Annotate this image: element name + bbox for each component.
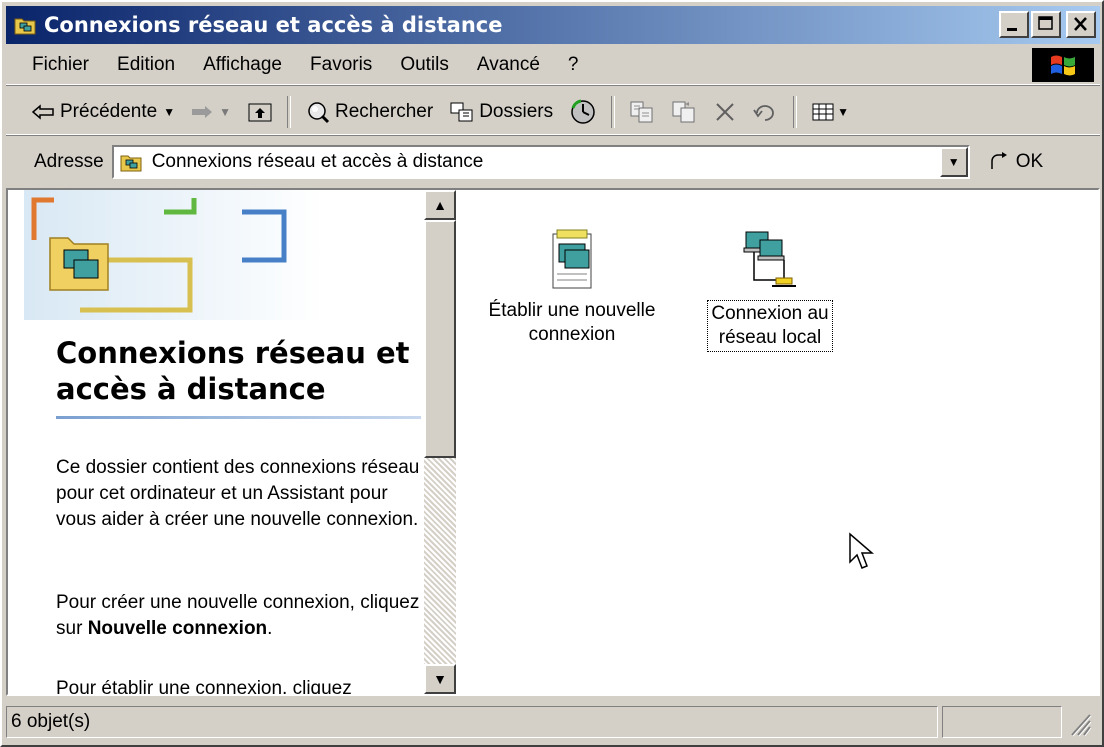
move-to-button[interactable] bbox=[621, 94, 663, 130]
menu-edition[interactable]: Edition bbox=[103, 54, 189, 76]
toolbar-separator bbox=[793, 96, 798, 128]
folders-label: Dossiers bbox=[479, 101, 554, 122]
vertical-scrollbar[interactable]: ▲ ▼ bbox=[424, 190, 456, 694]
forward-arrow-icon bbox=[192, 106, 213, 118]
search-button[interactable]: Rechercher bbox=[297, 94, 441, 130]
folders-button[interactable]: Dossiers bbox=[441, 94, 561, 130]
undo-icon bbox=[753, 105, 774, 121]
go-arrow-icon bbox=[990, 152, 1007, 169]
forward-dropdown-icon[interactable]: ▼ bbox=[219, 105, 231, 119]
maximize-button[interactable] bbox=[1031, 11, 1061, 38]
up-folder-icon bbox=[248, 103, 272, 122]
item-lan-connection[interactable]: Connexion au réseau local bbox=[690, 228, 850, 352]
folders-icon bbox=[450, 102, 473, 122]
lan-connection-icon bbox=[743, 231, 796, 287]
toolbar-separator bbox=[286, 96, 291, 128]
menu-bar: Fichier Edition Affichage Favoris Outils… bbox=[6, 46, 1100, 85]
menu-outils[interactable]: Outils bbox=[386, 54, 463, 76]
resize-grip-icon[interactable] bbox=[1066, 707, 1092, 737]
scroll-down-button[interactable]: ▼ bbox=[424, 664, 456, 694]
new-connection-link[interactable]: Nouvelle connexion bbox=[88, 618, 267, 639]
maximize-icon bbox=[1038, 16, 1053, 30]
address-value: Connexions réseau et accès à distance bbox=[151, 151, 484, 172]
chevron-down-icon: ▼ bbox=[947, 155, 960, 169]
chevron-up-icon: ▲ bbox=[433, 197, 447, 213]
status-count: 6 objet(s) bbox=[6, 706, 938, 738]
mouse-cursor-icon bbox=[849, 532, 875, 569]
windows-flag-icon bbox=[1051, 55, 1075, 76]
web-view-banner-graphic bbox=[24, 190, 324, 320]
menu-avance[interactable]: Avancé bbox=[463, 54, 554, 76]
explorer-window: Connexions réseau et accès à distance Fi… bbox=[0, 0, 1104, 747]
delete-button[interactable] bbox=[705, 94, 745, 130]
close-icon bbox=[1074, 17, 1087, 31]
panel-instructions: Pour créer une nouvelle connexion, cliqu… bbox=[56, 590, 426, 642]
status-zone bbox=[942, 706, 1062, 738]
copy-to-icon bbox=[672, 101, 695, 123]
scroll-thumb[interactable] bbox=[424, 220, 456, 458]
close-button[interactable] bbox=[1066, 11, 1096, 38]
panel-instructions-end: . bbox=[267, 618, 273, 639]
views-dropdown-icon[interactable]: ▼ bbox=[837, 105, 849, 119]
item-new-connection[interactable]: Établir une nouvelle connexion bbox=[462, 228, 682, 348]
views-icon bbox=[812, 103, 834, 121]
back-dropdown-icon[interactable]: ▼ bbox=[163, 105, 175, 119]
back-button[interactable]: Précédente ▼ bbox=[6, 94, 183, 130]
window-title: Connexions réseau et accès à distance bbox=[44, 13, 503, 37]
status-count-text: 6 objet(s) bbox=[11, 711, 91, 732]
toolbar-separator bbox=[611, 96, 616, 128]
minimize-icon bbox=[1007, 28, 1017, 31]
history-button[interactable] bbox=[561, 94, 605, 130]
status-bar: 6 objet(s) bbox=[6, 702, 1100, 742]
minimize-button[interactable] bbox=[999, 11, 1029, 38]
views-button[interactable]: ▼ bbox=[803, 94, 857, 130]
panel-title: Connexions réseau et accès à distance bbox=[56, 336, 410, 406]
menu-help[interactable]: ? bbox=[554, 54, 593, 76]
chevron-down-icon: ▼ bbox=[433, 671, 447, 687]
panel-description: Ce dossier contient des connexions résea… bbox=[56, 457, 420, 530]
panel-title-underline bbox=[56, 416, 421, 419]
search-label: Rechercher bbox=[334, 101, 434, 122]
history-icon bbox=[571, 99, 595, 124]
new-connection-icon bbox=[552, 229, 592, 289]
windows-logo bbox=[1032, 48, 1094, 82]
item-new-connection-line2: connexion bbox=[528, 324, 616, 345]
menu-affichage[interactable]: Affichage bbox=[189, 54, 296, 76]
back-label: Précédente bbox=[60, 101, 158, 122]
delete-icon bbox=[716, 103, 734, 121]
scroll-up-button[interactable]: ▲ bbox=[424, 190, 456, 220]
address-dropdown-button[interactable]: ▼ bbox=[939, 147, 968, 177]
undo-button[interactable] bbox=[745, 94, 787, 130]
up-button[interactable] bbox=[239, 94, 281, 130]
back-arrow-icon bbox=[32, 104, 54, 120]
standard-toolbar: Précédente ▼ ▼ Rechercher Dossiers ▼ bbox=[6, 90, 1100, 135]
move-to-icon bbox=[630, 101, 653, 123]
search-icon bbox=[308, 102, 330, 124]
item-lan-connection-line2: réseau local bbox=[718, 327, 822, 348]
web-view-panel: Connexions réseau et accès à distance Ce… bbox=[24, 190, 424, 694]
menu-fichier[interactable]: Fichier bbox=[6, 54, 103, 76]
network-folder-icon bbox=[14, 18, 36, 35]
go-label: OK bbox=[1015, 151, 1044, 172]
item-lan-connection-label: Connexion au réseau local bbox=[707, 300, 833, 352]
title-bar[interactable]: Connexions réseau et accès à distance bbox=[6, 6, 1100, 44]
address-bar: Adresse Connexions réseau et accès à dis… bbox=[6, 140, 1100, 184]
network-folder-icon bbox=[120, 155, 142, 172]
content-area: Connexions réseau et accès à distance Ce… bbox=[6, 188, 1100, 696]
item-new-connection-label: Établir une nouvelle connexion bbox=[486, 298, 659, 348]
forward-button[interactable]: ▼ bbox=[183, 94, 239, 130]
address-label: Adresse bbox=[34, 151, 104, 172]
copy-to-button[interactable] bbox=[663, 94, 705, 130]
item-lan-connection-line1: Connexion au bbox=[711, 303, 829, 324]
address-input[interactable]: Connexions réseau et accès à distance ▼ bbox=[111, 145, 970, 179]
item-new-connection-line1: Établir une nouvelle bbox=[488, 300, 656, 321]
panel-instructions-2: Pour établir une connexion, cliquez bbox=[56, 678, 352, 696]
go-button[interactable]: OK bbox=[988, 151, 1043, 173]
menu-favoris[interactable]: Favoris bbox=[296, 54, 386, 76]
